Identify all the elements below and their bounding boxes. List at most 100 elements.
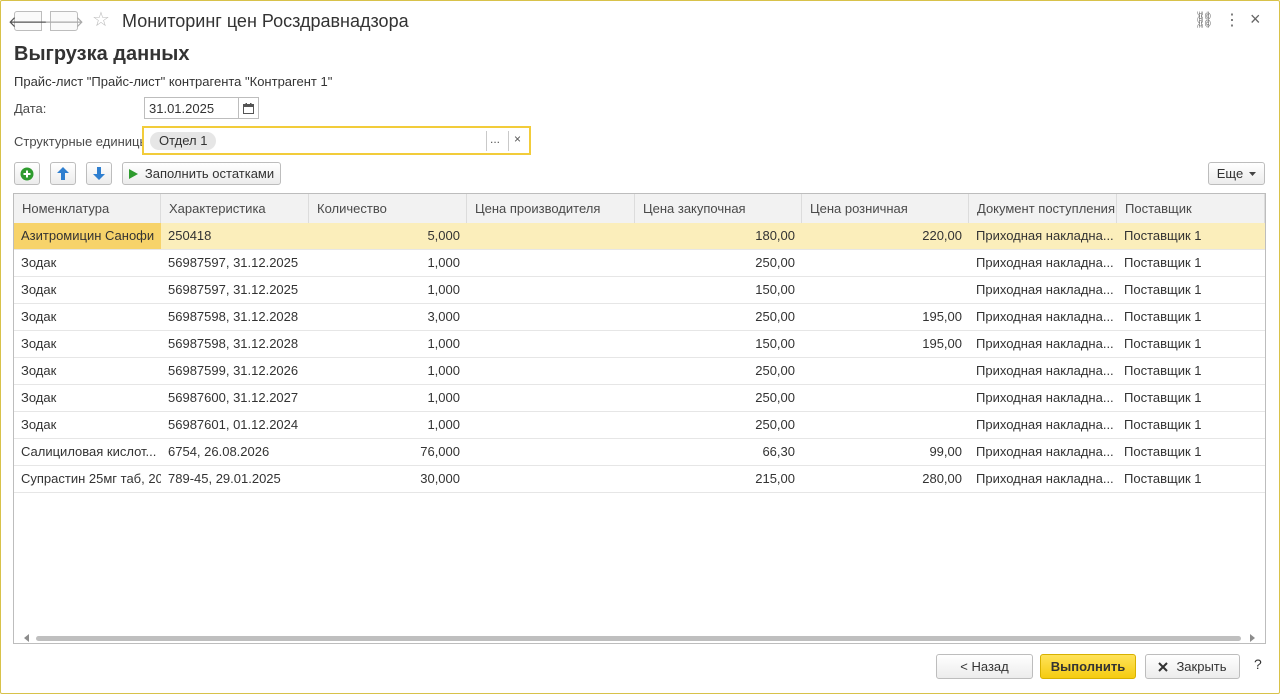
cell-retail-price[interactable] bbox=[802, 385, 969, 411]
cell-supplier[interactable]: Поставщик 1 bbox=[1117, 331, 1265, 357]
cell-manufacturer-price[interactable] bbox=[467, 358, 635, 384]
department-tag[interactable]: Отдел 1 bbox=[150, 132, 217, 150]
cell-quantity[interactable]: 1,000 bbox=[309, 250, 467, 276]
cell-manufacturer-price[interactable] bbox=[467, 331, 635, 357]
cell-retail-price[interactable] bbox=[802, 358, 969, 384]
cell-purchase-price[interactable]: 66,30 bbox=[635, 439, 802, 465]
close-button[interactable]: Закрыть bbox=[1145, 654, 1240, 679]
cell-supplier[interactable]: Поставщик 1 bbox=[1117, 385, 1265, 411]
cell-purchase-price[interactable]: 250,00 bbox=[635, 385, 802, 411]
cell-retail-price[interactable] bbox=[802, 412, 969, 438]
column-header-supplier[interactable]: Поставщик bbox=[1117, 194, 1265, 223]
cell-nomenclature[interactable]: Зодак bbox=[14, 304, 161, 330]
horizontal-scrollbar[interactable] bbox=[14, 631, 1265, 643]
cell-characteristic[interactable]: 6754, 26.08.2026 bbox=[161, 439, 309, 465]
help-button[interactable]: ? bbox=[1254, 656, 1262, 672]
cell-retail-price[interactable]: 280,00 bbox=[802, 466, 969, 492]
cell-nomenclature[interactable]: Зодак bbox=[14, 250, 161, 276]
execute-button[interactable]: Выполнить bbox=[1040, 654, 1136, 679]
cell-purchase-price[interactable]: 215,00 bbox=[635, 466, 802, 492]
cell-retail-price[interactable]: 220,00 bbox=[802, 223, 969, 249]
cell-manufacturer-price[interactable] bbox=[467, 439, 635, 465]
more-menu-icon[interactable]: ⋮ bbox=[1224, 11, 1240, 31]
cell-receipt-document[interactable]: Приходная накладна... bbox=[969, 277, 1117, 303]
table-row[interactable]: Азитромицин Санофи 250418 5,000 180,00 220,0… bbox=[14, 223, 1265, 250]
cell-nomenclature[interactable]: Салициловая кислот... bbox=[14, 439, 161, 465]
column-header-retail-price[interactable]: Цена розничная bbox=[802, 194, 969, 223]
column-header-manufacturer-price[interactable]: Цена производителя bbox=[467, 194, 635, 223]
cell-quantity[interactable]: 5,000 bbox=[309, 223, 467, 249]
cell-manufacturer-price[interactable] bbox=[467, 304, 635, 330]
cell-purchase-price[interactable]: 150,00 bbox=[635, 277, 802, 303]
cell-receipt-document[interactable]: Приходная накладна... bbox=[969, 358, 1117, 384]
cell-supplier[interactable]: Поставщик 1 bbox=[1117, 412, 1265, 438]
cell-supplier[interactable]: Поставщик 1 bbox=[1117, 439, 1265, 465]
move-down-button[interactable] bbox=[86, 162, 112, 185]
favorite-star-icon[interactable]: ☆ bbox=[92, 9, 110, 31]
cell-purchase-price[interactable]: 250,00 bbox=[635, 304, 802, 330]
cell-purchase-price[interactable]: 150,00 bbox=[635, 331, 802, 357]
cell-purchase-price[interactable]: 180,00 bbox=[635, 223, 802, 249]
table-row[interactable]: Зодак 56987597, 31.12.2025 1,000 150,00 Прих… bbox=[14, 277, 1265, 304]
scroll-left-arrow-icon[interactable] bbox=[24, 634, 29, 642]
fill-with-stock-button[interactable]: Заполнить остатками bbox=[122, 162, 281, 185]
cell-nomenclature[interactable]: Азитромицин Санофи bbox=[14, 223, 161, 249]
cell-purchase-price[interactable]: 250,00 bbox=[635, 412, 802, 438]
select-units-button[interactable]: ... bbox=[490, 132, 500, 146]
cell-purchase-price[interactable]: 250,00 bbox=[635, 358, 802, 384]
cell-retail-price[interactable] bbox=[802, 250, 969, 276]
cell-receipt-document[interactable]: Приходная накладна... bbox=[969, 223, 1117, 249]
cell-quantity[interactable]: 1,000 bbox=[309, 385, 467, 411]
cell-manufacturer-price[interactable] bbox=[467, 412, 635, 438]
cell-characteristic[interactable]: 56987598, 31.12.2028 bbox=[161, 304, 309, 330]
table-row[interactable]: Зодак 56987599, 31.12.2026 1,000 250,00 Прих… bbox=[14, 358, 1265, 385]
cell-characteristic[interactable]: 56987597, 31.12.2025 bbox=[161, 277, 309, 303]
scroll-right-arrow-icon[interactable] bbox=[1250, 634, 1255, 642]
add-row-button[interactable] bbox=[14, 162, 40, 185]
cell-characteristic[interactable]: 789-45, 29.01.2025 bbox=[161, 466, 309, 492]
cell-receipt-document[interactable]: Приходная накладна... bbox=[969, 385, 1117, 411]
cell-manufacturer-price[interactable] bbox=[467, 277, 635, 303]
cell-retail-price[interactable]: 195,00 bbox=[802, 304, 969, 330]
cell-supplier[interactable]: Поставщик 1 bbox=[1117, 223, 1265, 249]
cell-retail-price[interactable]: 195,00 bbox=[802, 331, 969, 357]
column-header-quantity[interactable]: Количество bbox=[309, 194, 467, 223]
cell-manufacturer-price[interactable] bbox=[467, 250, 635, 276]
cell-receipt-document[interactable]: Приходная накладна... bbox=[969, 439, 1117, 465]
cell-quantity[interactable]: 1,000 bbox=[309, 331, 467, 357]
cell-receipt-document[interactable]: Приходная накладна... bbox=[969, 466, 1117, 492]
cell-manufacturer-price[interactable] bbox=[467, 223, 635, 249]
column-header-nomenclature[interactable]: Номенклатура bbox=[14, 194, 161, 223]
cell-quantity[interactable]: 3,000 bbox=[309, 304, 467, 330]
link-icon[interactable]: ⛓ bbox=[1194, 11, 1214, 31]
calendar-button[interactable] bbox=[239, 97, 259, 119]
cell-nomenclature[interactable]: Зодак bbox=[14, 385, 161, 411]
cell-nomenclature[interactable]: Супрастин 25мг таб, 20 bbox=[14, 466, 161, 492]
data-table[interactable]: Номенклатура Характеристика Количество Цена… bbox=[13, 193, 1266, 644]
cell-quantity[interactable]: 30,000 bbox=[309, 466, 467, 492]
cell-manufacturer-price[interactable] bbox=[467, 466, 635, 492]
table-row[interactable]: Зодак 56987601, 01.12.2024 1,000 250,00 Прих… bbox=[14, 412, 1265, 439]
cell-nomenclature[interactable]: Зодак bbox=[14, 358, 161, 384]
cell-quantity[interactable]: 1,000 bbox=[309, 358, 467, 384]
column-header-characteristic[interactable]: Характеристика bbox=[161, 194, 309, 223]
cell-nomenclature[interactable]: Зодак bbox=[14, 412, 161, 438]
cell-supplier[interactable]: Поставщик 1 bbox=[1117, 250, 1265, 276]
cell-characteristic[interactable]: 56987599, 31.12.2026 bbox=[161, 358, 309, 384]
table-row[interactable]: Салициловая кислот... 6754, 26.08.2026 76,… bbox=[14, 439, 1265, 466]
cell-nomenclature[interactable]: Зодак bbox=[14, 331, 161, 357]
more-button[interactable]: Еще bbox=[1208, 162, 1265, 185]
cell-receipt-document[interactable]: Приходная накладна... bbox=[969, 250, 1117, 276]
cell-quantity[interactable]: 1,000 bbox=[309, 412, 467, 438]
cell-supplier[interactable]: Поставщик 1 bbox=[1117, 466, 1265, 492]
table-row[interactable]: Супрастин 25мг таб, 20 789-45, 29.01.2025… bbox=[14, 466, 1265, 493]
structural-units-field[interactable]: Отдел 1 ... × bbox=[142, 126, 531, 155]
back-button[interactable]: < Назад bbox=[936, 654, 1033, 679]
cell-quantity[interactable]: 76,000 bbox=[309, 439, 467, 465]
cell-characteristic[interactable]: 56987600, 31.12.2027 bbox=[161, 385, 309, 411]
cell-quantity[interactable]: 1,000 bbox=[309, 277, 467, 303]
cell-receipt-document[interactable]: Приходная накладна... bbox=[969, 331, 1117, 357]
table-row[interactable]: Зодак 56987597, 31.12.2025 1,000 250,00 Прих… bbox=[14, 250, 1265, 277]
column-header-purchase-price[interactable]: Цена закупочная bbox=[635, 194, 802, 223]
cell-receipt-document[interactable]: Приходная накладна... bbox=[969, 304, 1117, 330]
